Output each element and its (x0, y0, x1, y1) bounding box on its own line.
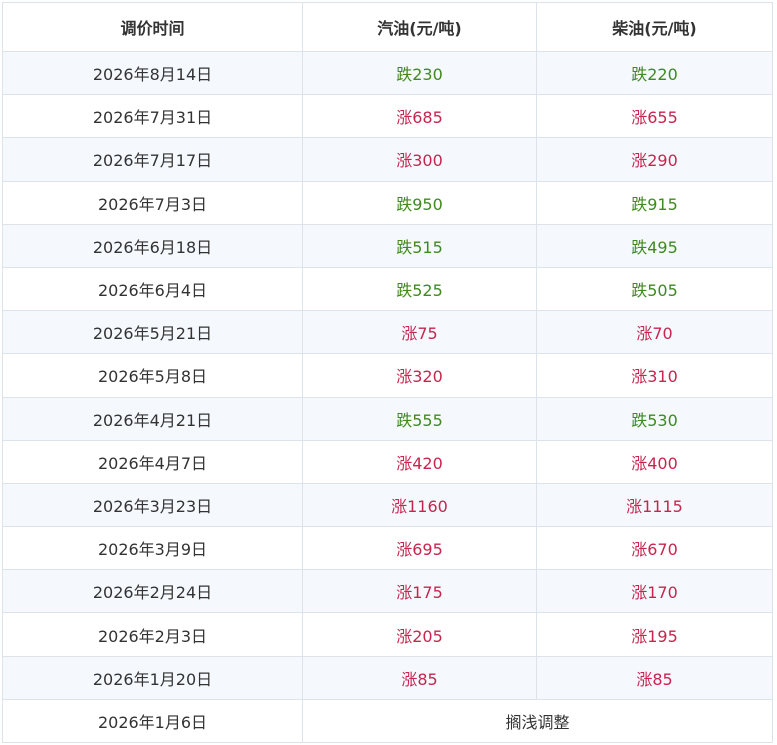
cell-date: 2026年7月17日 (2, 137, 303, 182)
cell-gasoline: 跌555 (302, 396, 537, 441)
cell-gasoline: 涨85 (302, 655, 537, 700)
cell-date: 2026年5月8日 (2, 353, 303, 398)
cell-date: 2026年7月3日 (2, 180, 303, 225)
cell-date: 2026年1月20日 (2, 655, 303, 700)
table-row: 2026年4月21日 跌555 跌530 (2, 396, 773, 441)
cell-diesel: 跌530 (536, 396, 773, 441)
cell-date: 2026年3月9日 (2, 526, 303, 571)
cell-gasoline: 涨695 (302, 526, 537, 571)
cell-gasoline: 跌950 (302, 180, 537, 225)
table-row: 2026年8月14日 跌230 跌220 (2, 50, 773, 96)
cell-diesel: 涨195 (536, 612, 773, 657)
cell-date: 2026年2月24日 (2, 569, 303, 614)
cell-date: 2026年7月31日 (2, 94, 303, 139)
cell-diesel: 涨655 (536, 94, 773, 139)
table-row: 2026年7月3日 跌950 跌915 (2, 180, 773, 225)
cell-diesel: 涨310 (536, 353, 773, 398)
cell-gasoline: 涨320 (302, 353, 537, 398)
header-gasoline: 汽油(元/吨) (302, 2, 537, 52)
price-adjustment-table: 调价时间 汽油(元/吨) 柴油(元/吨) 2026年8月14日 跌230 跌22… (2, 2, 773, 744)
table-row: 2026年5月21日 涨75 涨70 (2, 310, 773, 355)
table-row: 2026年2月24日 涨175 涨170 (2, 569, 773, 614)
price-adjustment-table-container: 调价时间 汽油(元/吨) 柴油(元/吨) 2026年8月14日 跌230 跌22… (0, 0, 777, 745)
cell-diesel: 涨170 (536, 569, 773, 614)
cell-diesel: 涨670 (536, 526, 773, 571)
cell-gasoline: 涨75 (302, 310, 537, 355)
cell-diesel: 涨1115 (536, 482, 773, 528)
cell-gasoline: 跌230 (302, 50, 537, 96)
cell-diesel: 跌495 (536, 223, 773, 268)
table-body: 2026年8月14日 跌230 跌220 2026年7月31日 涨685 涨65… (2, 50, 773, 744)
table-row: 2026年7月31日 涨685 涨655 (2, 94, 773, 139)
cell-gasoline: 涨205 (302, 612, 537, 657)
cell-diesel: 涨85 (536, 655, 773, 700)
table-row: 2026年5月8日 涨320 涨310 (2, 353, 773, 398)
table-row: 2026年2月3日 涨205 涨195 (2, 612, 773, 657)
header-diesel: 柴油(元/吨) (536, 2, 773, 52)
cell-gasoline: 涨420 (302, 439, 537, 484)
header-row: 调价时间 汽油(元/吨) 柴油(元/吨) (2, 2, 773, 52)
table-row: 2026年3月23日 涨1160 涨1115 (2, 482, 773, 528)
table-row: 2026年1月20日 涨85 涨85 (2, 655, 773, 700)
cell-date: 2026年6月18日 (2, 223, 303, 268)
cell-gasoline: 涨685 (302, 94, 537, 139)
table-row: 2026年6月18日 跌515 跌495 (2, 223, 773, 268)
cell-diesel: 跌915 (536, 180, 773, 225)
cell-date: 2026年3月23日 (2, 482, 303, 528)
cell-diesel: 跌505 (536, 266, 773, 312)
header-date: 调价时间 (2, 2, 303, 52)
table-row: 2026年3月9日 涨695 涨670 (2, 526, 773, 571)
cell-gasoline: 跌525 (302, 266, 537, 312)
table-header: 调价时间 汽油(元/吨) 柴油(元/吨) (2, 2, 773, 52)
cell-date: 2026年6月4日 (2, 266, 303, 312)
table-row-last: 2026年1月6日 搁浅调整 (2, 698, 773, 744)
cell-date: 2026年4月21日 (2, 396, 303, 441)
cell-diesel: 涨70 (536, 310, 773, 355)
cell-date: 2026年1月6日 (2, 698, 303, 744)
cell-date: 2026年5月21日 (2, 310, 303, 355)
cell-date: 2026年2月3日 (2, 612, 303, 657)
cell-gasoline: 涨300 (302, 137, 537, 182)
table-row: 2026年4月7日 涨420 涨400 (2, 439, 773, 484)
cell-date: 2026年4月7日 (2, 439, 303, 484)
cell-gasoline: 跌515 (302, 223, 537, 268)
cell-diesel: 涨290 (536, 137, 773, 182)
cell-gasoline: 涨1160 (302, 482, 537, 528)
cell-note-stalled: 搁浅调整 (302, 698, 773, 744)
cell-diesel: 跌220 (536, 50, 773, 96)
table-row: 2026年7月17日 涨300 涨290 (2, 137, 773, 182)
cell-gasoline: 涨175 (302, 569, 537, 614)
table-row: 2026年6月4日 跌525 跌505 (2, 266, 773, 312)
cell-date: 2026年8月14日 (2, 50, 303, 96)
cell-diesel: 涨400 (536, 439, 773, 484)
